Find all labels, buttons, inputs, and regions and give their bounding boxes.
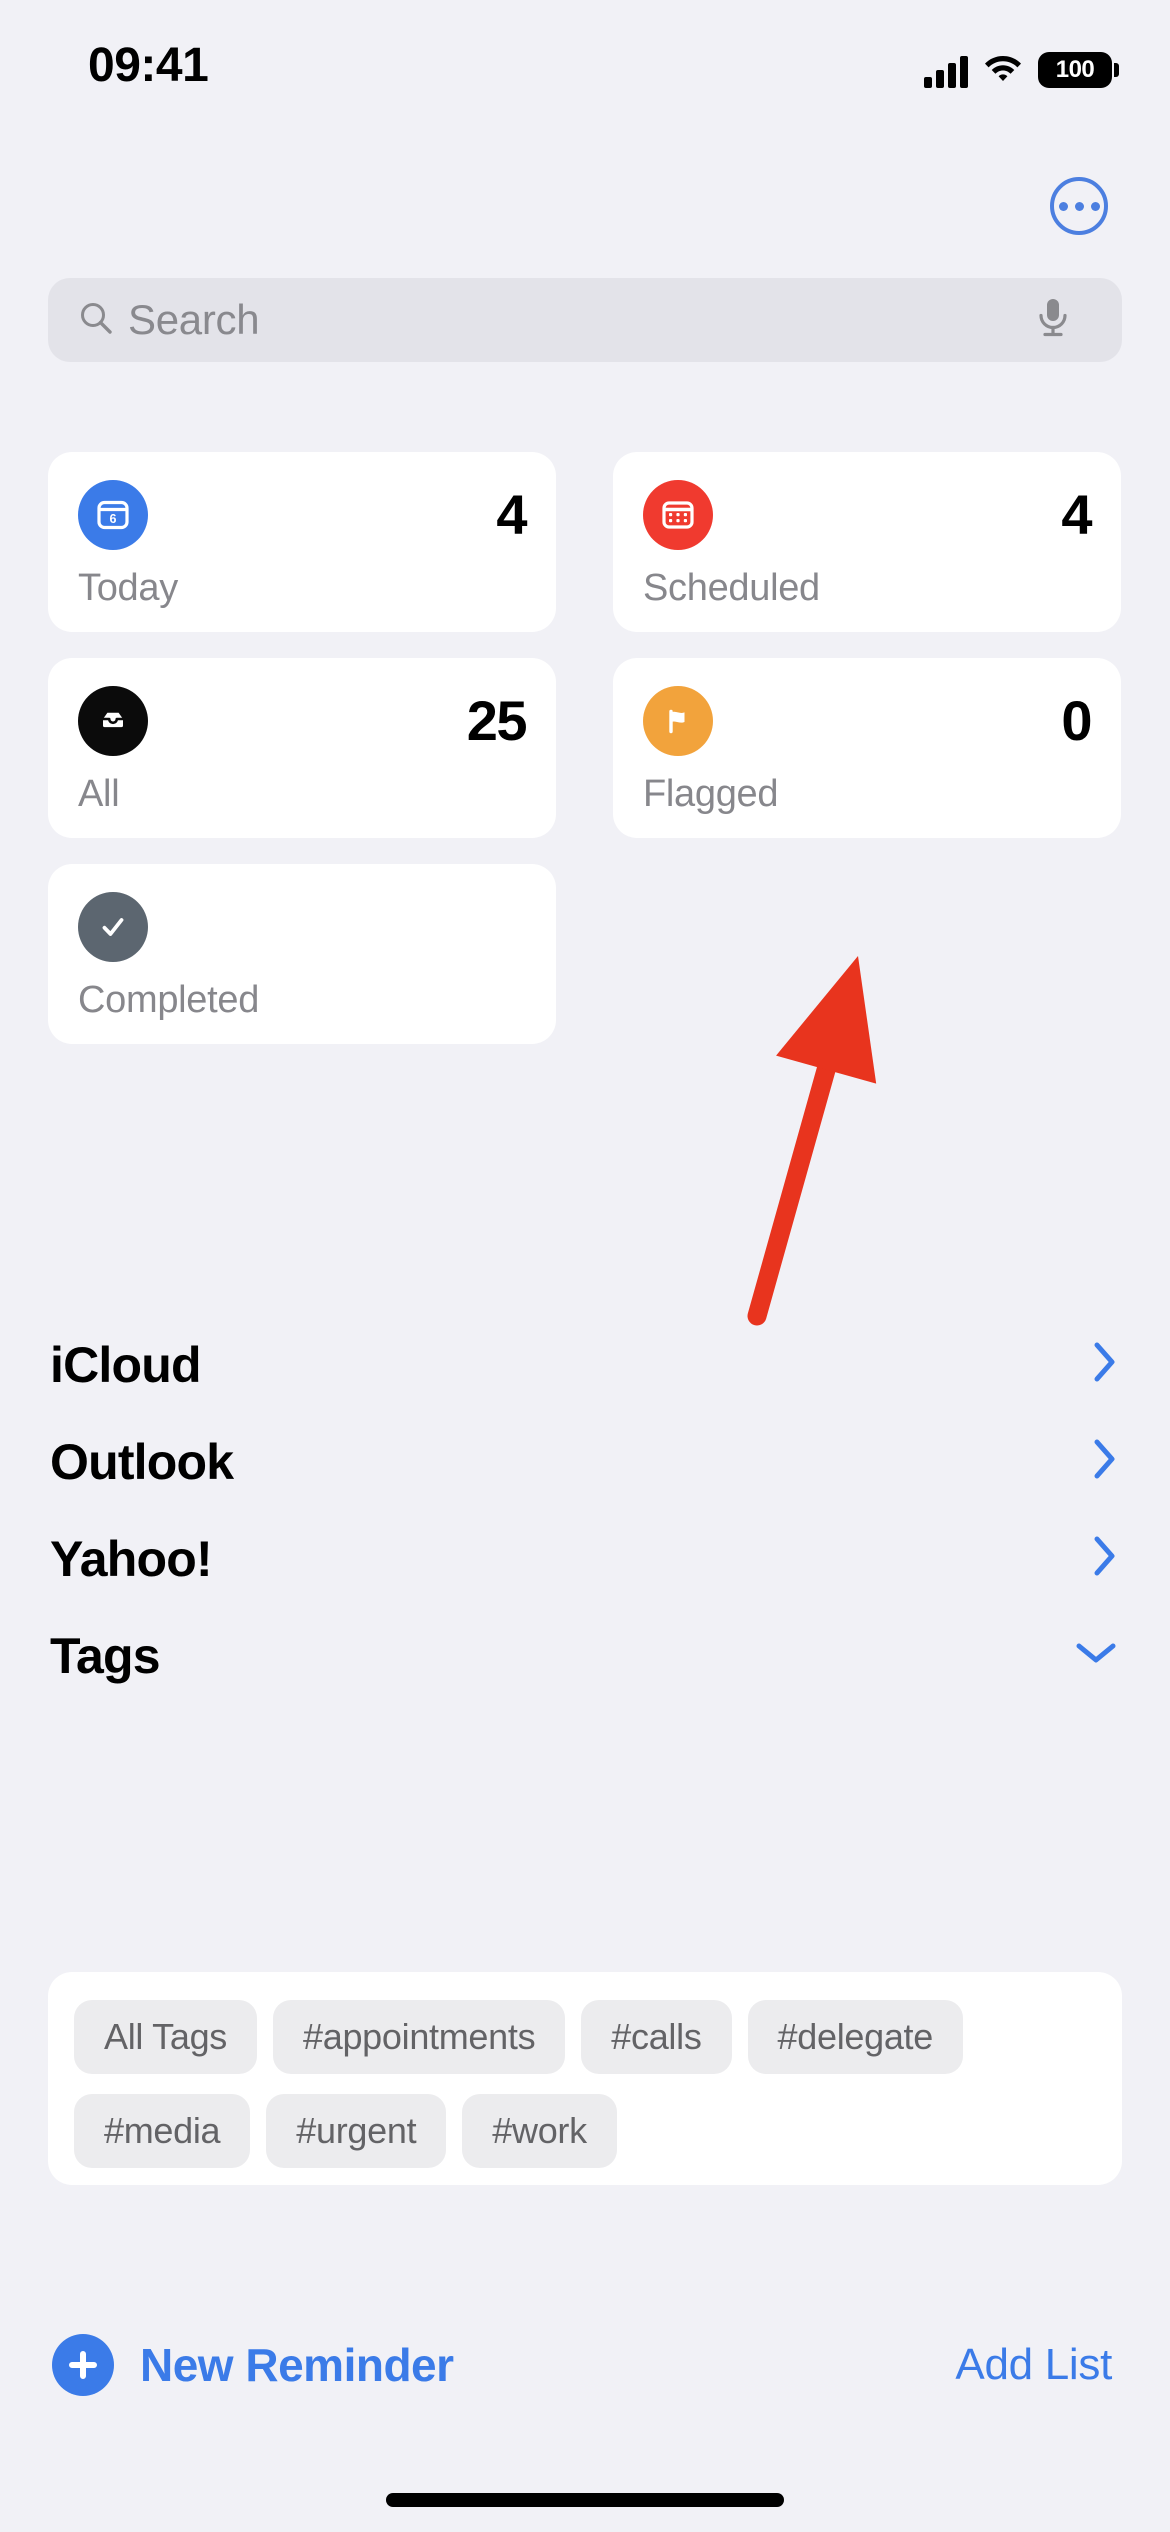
chevron-right-icon[interactable] (1092, 1437, 1118, 1486)
tag-chip-work[interactable]: #work (462, 2094, 617, 2168)
ellipsis-dot-icon (1090, 201, 1100, 211)
search-bar[interactable] (48, 278, 1122, 362)
wifi-icon (984, 53, 1022, 88)
smart-list-count: 4 (496, 483, 527, 546)
cellular-bars-icon (924, 56, 968, 88)
battery-icon: 100 (1038, 52, 1119, 88)
tag-chip-delegate[interactable]: #delegate (747, 2000, 963, 2074)
smart-list-count: 0 (1061, 689, 1092, 752)
battery-percent-label: 100 (1055, 56, 1095, 83)
card-header: 25 (78, 686, 528, 756)
tag-chip-appointments[interactable]: #appointments (273, 2000, 566, 2074)
smart-list-label: Flagged (643, 773, 779, 815)
group-row-tags[interactable]: Tags (0, 1607, 1170, 1704)
smart-list-card-all[interactable]: 25 All (48, 658, 556, 838)
chevron-down-icon[interactable] (1074, 1640, 1118, 1671)
smart-list-count: 25 (466, 689, 528, 752)
status-bar: 09:41 100 (0, 0, 1170, 120)
smart-lists-grid: 6 4 Today 4 Scheduled 25 All 0 Flagged C… (48, 452, 1122, 1070)
group-row-outlook[interactable]: Outlook (0, 1413, 1170, 1510)
smart-list-count: 4 (1061, 483, 1092, 546)
smart-lists-row: 25 All 0 Flagged (48, 658, 1122, 838)
tag-chip-all-tags[interactable]: All Tags (74, 2000, 258, 2074)
smart-list-label: Today (78, 567, 178, 609)
microphone-icon[interactable] (1036, 296, 1122, 345)
more-options-button[interactable] (1050, 177, 1108, 235)
smart-list-card-today[interactable]: 6 4 Today (48, 452, 556, 632)
checkmark-icon (78, 892, 148, 962)
smart-lists-row: 6 4 Today 4 Scheduled (48, 452, 1122, 632)
home-indicator (386, 2493, 784, 2507)
card-header (78, 892, 526, 962)
group-title: Tags (50, 1627, 161, 1684)
smart-list-label: Scheduled (643, 567, 820, 609)
account-groups: iCloud Outlook Yahoo! Tags (0, 1316, 1170, 1704)
chevron-right-icon[interactable] (1092, 1340, 1118, 1389)
ellipsis-dot-icon (1058, 201, 1068, 211)
smart-lists-row: Completed (48, 864, 1122, 1044)
group-row-icloud[interactable]: iCloud (0, 1316, 1170, 1413)
bottom-toolbar: New Reminder Add List (0, 2305, 1170, 2425)
new-reminder-button[interactable]: New Reminder (52, 2334, 454, 2396)
card-header: 6 4 (78, 480, 527, 550)
calendar-day-icon: 6 (78, 480, 148, 550)
inbox-tray-icon (78, 686, 148, 756)
chevron-right-icon[interactable] (1092, 1534, 1118, 1583)
tag-chip-media[interactable]: #media (74, 2094, 251, 2168)
ellipsis-dot-icon (1074, 201, 1084, 211)
plus-circle-icon (52, 2334, 114, 2396)
status-bar-time: 09:41 (88, 39, 209, 92)
tags-panel: All Tags #appointments #calls #delegate … (48, 1972, 1122, 2185)
group-title: iCloud (50, 1336, 202, 1393)
add-list-button[interactable]: Add List (955, 2340, 1112, 2390)
group-title: Yahoo! (50, 1530, 213, 1587)
smart-list-card-flagged[interactable]: 0 Flagged (613, 658, 1121, 838)
smart-list-label: Completed (78, 979, 260, 1021)
tag-chip-calls[interactable]: #calls (581, 2000, 732, 2074)
svg-text:6: 6 (110, 512, 117, 526)
group-title: Outlook (50, 1433, 234, 1490)
search-icon (48, 300, 114, 341)
smart-list-card-scheduled[interactable]: 4 Scheduled (613, 452, 1121, 632)
status-bar-indicators: 100 (924, 48, 1119, 88)
card-header: 0 (643, 686, 1092, 756)
group-row-yahoo[interactable]: Yahoo! (0, 1510, 1170, 1607)
new-reminder-label: New Reminder (140, 2339, 454, 2391)
reminders-app-screen: 09:41 100 Search 6 4 Today 4 Scheduled 2… (0, 0, 1170, 2532)
flag-icon (643, 686, 713, 756)
search-input[interactable] (128, 296, 1036, 344)
smart-list-card-completed[interactable]: Completed (48, 864, 556, 1044)
smart-list-label: All (78, 773, 120, 815)
tag-chip-urgent[interactable]: #urgent (266, 2094, 447, 2168)
card-header: 4 (643, 480, 1092, 550)
calendar-grid-icon (643, 480, 713, 550)
